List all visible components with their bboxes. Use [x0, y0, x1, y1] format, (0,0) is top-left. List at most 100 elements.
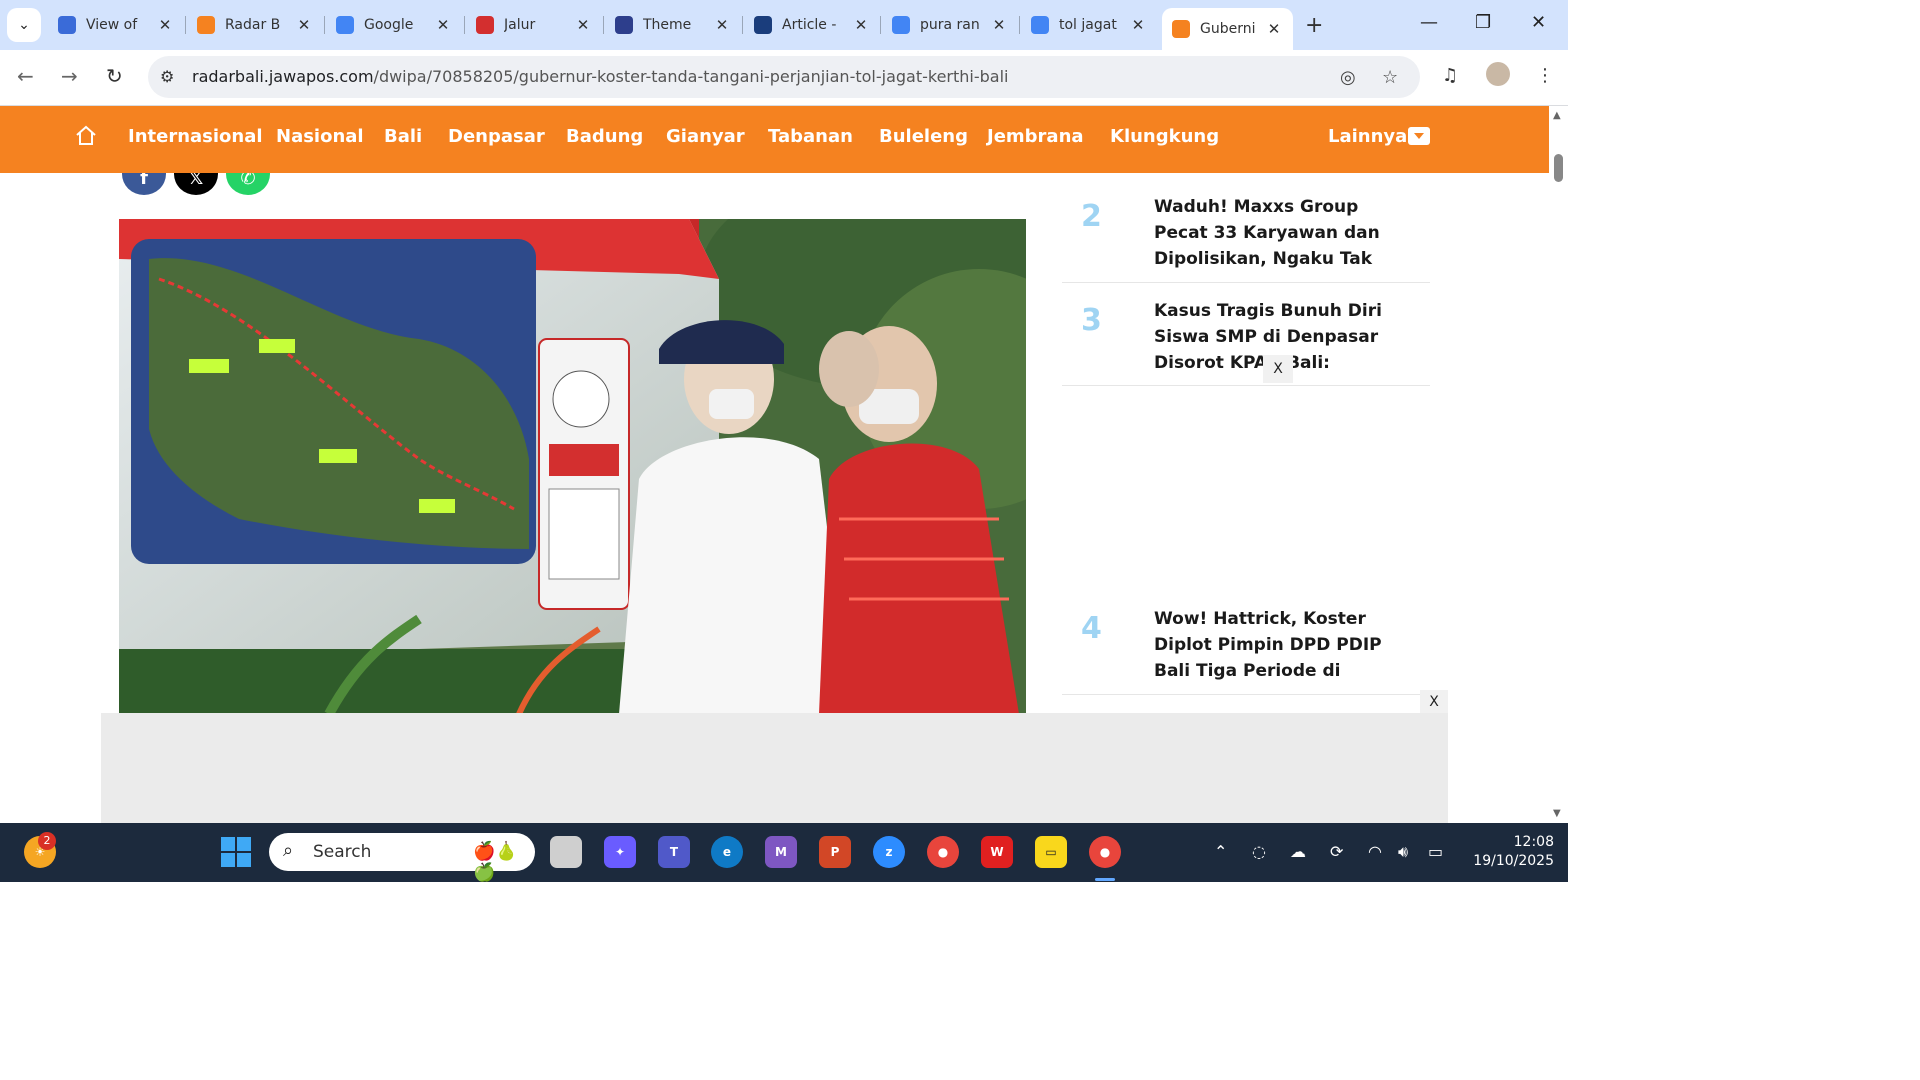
trending-list-item[interactable]: 2 Waduh! Maxxs Group Pecat 33 Karyawan da…	[1062, 179, 1430, 283]
browser-tab[interactable]: Radar B ✕	[187, 8, 323, 42]
scrollbar-thumb[interactable]	[1554, 154, 1563, 182]
red-logo-icon	[476, 16, 494, 34]
trending-list-item[interactable]: 4 Wow! Hattrick, Koster Diplot Pimpin DPD…	[1062, 591, 1430, 695]
eye-slash-icon[interactable]: ◎	[1340, 67, 1356, 88]
minimize-icon[interactable]: —	[1420, 12, 1438, 33]
tab-title: Jalur	[504, 17, 536, 33]
nav-item-badung[interactable]: Badung	[566, 126, 643, 147]
active-app-indicator	[1095, 878, 1115, 881]
copilot-icon[interactable]: ✦	[604, 836, 636, 868]
trending-list-item[interactable]: 3 Kasus Tragis Bunuh Diri Siswa SMP di De…	[1062, 283, 1430, 386]
ad-close-button[interactable]: X	[1263, 355, 1293, 383]
battery-icon[interactable]: ▭	[1428, 842, 1443, 861]
share-whatsapp-button[interactable]: ✆	[226, 173, 270, 195]
share-facebook-button[interactable]: f	[122, 173, 166, 195]
profile-avatar[interactable]	[1486, 62, 1510, 86]
nav-item-klungkung[interactable]: Klungkung	[1110, 126, 1219, 147]
nav-item-jembrana[interactable]: Jembrana	[987, 126, 1084, 147]
address-bar[interactable]: ⚙ radarbali.jawapos.com/dwipa/70858205/g…	[148, 56, 1420, 98]
new-tab-button[interactable]: +	[1305, 13, 1323, 38]
ro-icon	[754, 16, 772, 34]
scroll-up-icon[interactable]: ▲	[1553, 110, 1561, 121]
chrome-active-icon[interactable]: ●	[1089, 836, 1121, 868]
tab-separator	[742, 16, 743, 34]
home-icon[interactable]	[74, 124, 98, 148]
bookmark-star-icon[interactable]: ☆	[1382, 67, 1398, 88]
windows-start-icon[interactable]	[220, 836, 252, 868]
edge-icon[interactable]: e	[711, 836, 743, 868]
tray-chevron-up-icon[interactable]: ⌃	[1214, 842, 1227, 861]
share-x-button[interactable]: 𝕏	[174, 173, 218, 195]
gemini-star-icon	[336, 16, 354, 34]
tab-close-icon[interactable]: ✕	[990, 16, 1008, 34]
browser-tab[interactable]: Jalur ✕	[466, 8, 602, 42]
volume-icon[interactable]: 🔊︎	[1398, 842, 1408, 862]
nav-item-nasional[interactable]: Nasional	[276, 126, 364, 147]
nav-item-tabanan[interactable]: Tabanan	[768, 126, 853, 147]
arrow-right-icon: →	[61, 64, 78, 88]
scroll-down-icon[interactable]: ▼	[1553, 808, 1561, 819]
powerpoint-icon[interactable]: P	[819, 836, 851, 868]
restore-icon[interactable]: ❐	[1475, 12, 1491, 33]
trending-title-link[interactable]: Wow! Hattrick, Koster Diplot Pimpin DPD …	[1154, 606, 1409, 684]
tray-sync-icon[interactable]: ◌	[1252, 842, 1266, 861]
media-control-icon[interactable]: ♫	[1442, 65, 1458, 86]
nav-item-gianyar[interactable]: Gianyar	[666, 126, 745, 147]
nav-item-internasional[interactable]: Internasional	[128, 126, 263, 147]
browser-tab[interactable]: pura ran ✕	[882, 8, 1018, 42]
nav-item-denpasar[interactable]: Denpasar	[448, 126, 545, 147]
chevron-down-icon: ⌄	[18, 17, 30, 33]
bottom-ad-close-button[interactable]: X	[1420, 690, 1448, 713]
task-view-icon[interactable]	[550, 836, 582, 868]
reload-icon: ↻	[106, 64, 123, 88]
system-clock[interactable]: 12:08 19/10/2025	[1462, 833, 1554, 871]
tab-title: tol jagat	[1059, 17, 1117, 33]
taskbar-search[interactable]: ⌕ Search 🍎🍐🍏	[269, 833, 535, 882]
browser-tab[interactable]: Article - ✕	[744, 8, 880, 42]
windows-taskbar: ☀ 2 ⌕ Search 🍎🍐🍏 ✦ T e M P z ● W ▭ ● ⌃ ◌…	[0, 823, 1568, 882]
tab-close-icon[interactable]: ✕	[156, 16, 174, 34]
tab-search-button[interactable]: ⌄	[7, 8, 41, 42]
tab-close-icon[interactable]: ✕	[434, 16, 452, 34]
caret-down-icon[interactable]	[1408, 127, 1430, 145]
whatsapp-icon: ✆	[240, 173, 256, 189]
tray-cloud-off-icon[interactable]: ☁	[1290, 842, 1306, 861]
browser-tab[interactable]: View of ✕	[48, 8, 184, 42]
tray-update-icon[interactable]: ⟳	[1330, 842, 1343, 861]
forward-button[interactable]: →	[61, 64, 78, 88]
tab-title: Guberni	[1200, 21, 1256, 37]
browser-tab[interactable]: Guberni ✕	[1162, 8, 1293, 50]
nav-item-buleleng[interactable]: Buleleng	[879, 126, 968, 147]
tab-close-icon[interactable]: ✕	[1129, 16, 1147, 34]
tab-close-icon[interactable]: ✕	[1265, 20, 1283, 38]
nav-item-bali[interactable]: Bali	[384, 126, 422, 147]
wifi-icon[interactable]: ◠	[1368, 842, 1382, 861]
tab-separator	[185, 16, 186, 34]
tab-close-icon[interactable]: ✕	[852, 16, 870, 34]
theme-n-icon	[615, 16, 633, 34]
browser-tab[interactable]: Google ✕	[326, 8, 462, 42]
close-window-icon[interactable]: ✕	[1531, 12, 1546, 33]
tab-separator	[324, 16, 325, 34]
bottom-ad-banner	[101, 713, 1448, 823]
sticky-notes-icon[interactable]: ▭	[1035, 836, 1067, 868]
tab-close-icon[interactable]: ✕	[574, 16, 592, 34]
reload-button[interactable]: ↻	[106, 64, 123, 88]
zoom-icon[interactable]: z	[873, 836, 905, 868]
teams-icon[interactable]: T	[658, 836, 690, 868]
browser-tab[interactable]: tol jagat ✕	[1021, 8, 1157, 42]
chrome-icon[interactable]: ●	[927, 836, 959, 868]
more-menu-icon[interactable]: ⋮	[1536, 65, 1554, 86]
tab-separator	[880, 16, 881, 34]
trending-title-link[interactable]: Waduh! Maxxs Group Pecat 33 Karyawan dan…	[1154, 194, 1409, 272]
browser-tab[interactable]: Theme ✕	[605, 8, 741, 42]
x-icon: 𝕏	[188, 173, 204, 189]
tab-close-icon[interactable]: ✕	[295, 16, 313, 34]
wps-icon[interactable]: W	[981, 836, 1013, 868]
page-scrollbar[interactable]: ▲ ▼	[1549, 106, 1568, 823]
back-button[interactable]: ←	[17, 64, 34, 88]
m365-icon[interactable]: M	[765, 836, 797, 868]
tab-close-icon[interactable]: ✕	[713, 16, 731, 34]
nav-more[interactable]: Lainnya	[1328, 126, 1407, 147]
site-settings-icon[interactable]: ⚙	[160, 67, 174, 86]
